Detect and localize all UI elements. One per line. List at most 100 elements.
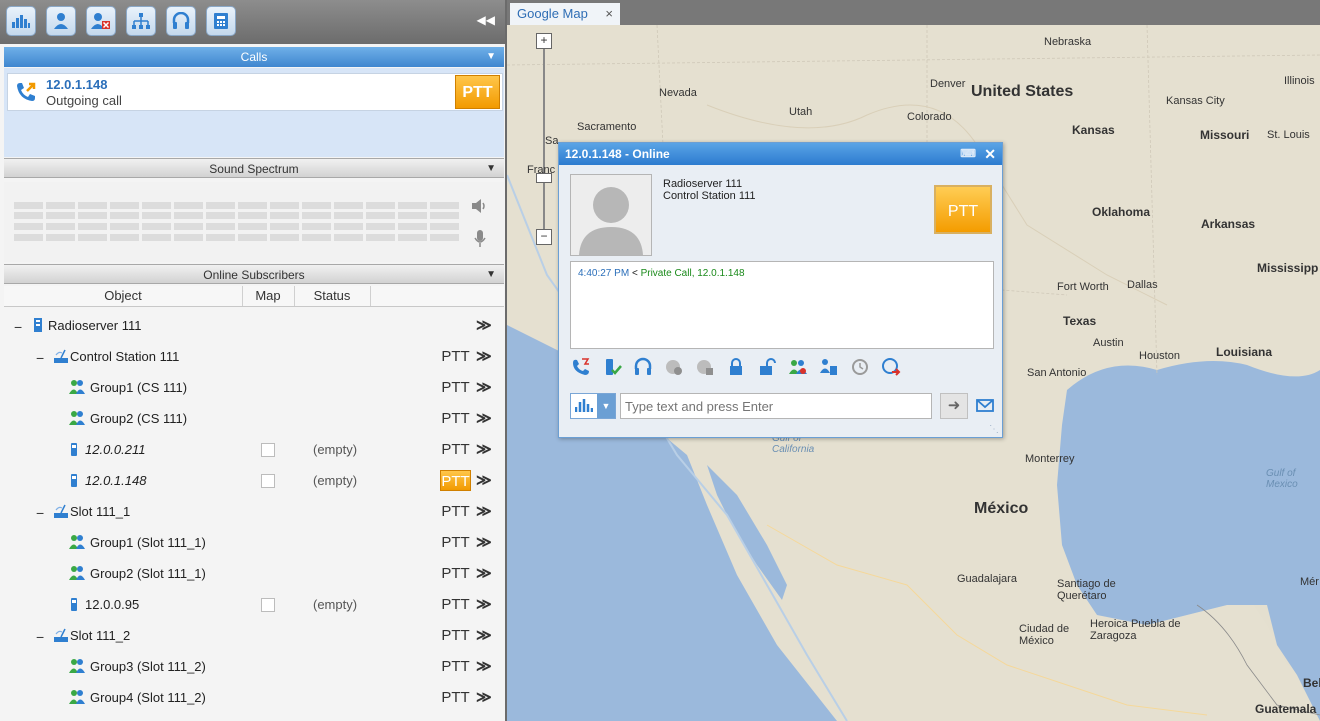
more-actions-icon[interactable]: ≫ — [476, 657, 492, 675]
resize-grip-icon[interactable]: ⋱ — [989, 424, 999, 435]
history-icon[interactable] — [850, 357, 870, 377]
tree-row[interactable]: − Control Station 111 PTT ≫ — [4, 341, 504, 372]
map-label: Santiago de Querétaro — [1057, 578, 1116, 602]
unlock-icon[interactable] — [757, 357, 777, 377]
speaker-icon[interactable] — [470, 198, 488, 214]
message-type-selector[interactable]: ▼ — [570, 393, 616, 419]
more-actions-icon[interactable]: ≫ — [476, 626, 492, 644]
ptt-button[interactable]: PTT — [440, 625, 471, 646]
tree-row[interactable]: Group1 (CS 111) PTT ≫ — [4, 372, 504, 403]
chevron-down-icon[interactable]: ▼ — [486, 265, 496, 285]
online-subscribers-header[interactable]: Online Subscribers ▼ — [4, 264, 504, 284]
column-object[interactable]: Object — [4, 286, 243, 306]
network-button[interactable] — [126, 6, 156, 36]
column-status[interactable]: Status — [294, 286, 371, 306]
message-log[interactable]: 4:40:27 PM < Private Call, 12.0.1.148 — [570, 261, 994, 349]
ptt-button[interactable]: PTT — [440, 594, 471, 615]
headset-icon — [172, 12, 190, 29]
close-icon[interactable]: × — [605, 3, 613, 25]
more-actions-icon[interactable]: ≫ — [476, 688, 492, 706]
map-label: Missouri — [1200, 128, 1250, 142]
microphone-icon[interactable] — [474, 230, 486, 248]
more-actions-icon[interactable]: ≫ — [476, 316, 492, 334]
message-input[interactable] — [620, 393, 932, 419]
tree-row[interactable]: − Radioserver 111 ≫ — [4, 310, 504, 341]
map-checkbox[interactable] — [261, 598, 275, 612]
zoom-in-button[interactable]: + — [536, 33, 552, 49]
forward-call-icon[interactable] — [881, 357, 901, 377]
call-item[interactable]: 12.0.1.148 Outgoing call PTT — [7, 73, 503, 111]
ptt-button[interactable]: PTT — [440, 532, 471, 553]
map-label: Nebraska — [1044, 36, 1092, 48]
more-actions-icon[interactable]: ≫ — [476, 564, 492, 582]
ptt-button[interactable]: PTT — [440, 563, 471, 584]
send-button[interactable]: ➜ — [940, 393, 968, 419]
more-actions-icon[interactable]: ≫ — [476, 471, 492, 489]
more-actions-icon[interactable]: ≫ — [476, 502, 492, 520]
ptt-button[interactable]: PTT — [440, 346, 471, 367]
headset-button[interactable] — [166, 6, 196, 36]
ptt-button[interactable]: PTT — [440, 687, 471, 708]
more-actions-icon[interactable]: ≫ — [476, 595, 492, 613]
collapse-panel-icon[interactable]: ◀◀ — [477, 13, 495, 27]
ptt-button[interactable]: PTT — [440, 408, 471, 429]
ptt-button[interactable]: PTT — [440, 470, 471, 491]
more-actions-icon[interactable]: ≫ — [476, 347, 492, 365]
radio-check-icon[interactable] — [602, 357, 622, 377]
stun-icon[interactable] — [695, 357, 715, 377]
chevron-down-icon[interactable]: ▼ — [597, 394, 615, 418]
tree-row[interactable]: Group2 (Slot 111_1) PTT ≫ — [4, 558, 504, 589]
close-icon[interactable]: ✕ — [984, 143, 996, 165]
chevron-down-icon[interactable]: ▼ — [486, 47, 496, 67]
spectrum-bar — [14, 212, 43, 219]
popup-title-bar[interactable]: 12.0.1.148 - Online ⌨ ✕ — [559, 143, 1002, 165]
group-users-icon[interactable] — [788, 357, 808, 377]
more-actions-icon[interactable]: ≫ — [476, 378, 492, 396]
tree-row[interactable]: Group3 (Slot 111_2) PTT ≫ — [4, 651, 504, 682]
dispatcher-button[interactable] — [6, 6, 36, 36]
base-station-icon — [53, 348, 68, 364]
ptt-button[interactable]: PTT — [440, 377, 471, 398]
tree-row[interactable]: 12.0.1.148 (empty) PTT ≫ — [4, 465, 504, 496]
call-ptt-button[interactable]: PTT — [455, 75, 500, 109]
popup-ptt-button[interactable]: PTT — [934, 185, 992, 234]
envelope-button[interactable] — [975, 395, 995, 415]
tab-google-map[interactable]: Google Map × — [510, 3, 620, 25]
pin-icon[interactable]: ⌨ — [960, 143, 976, 165]
more-actions-icon[interactable]: ≫ — [476, 440, 492, 458]
ptt-button[interactable]: PTT — [440, 501, 471, 522]
sound-spectrum-header[interactable]: Sound Spectrum ▼ — [4, 158, 504, 178]
zoom-out-button[interactable]: − — [536, 229, 552, 245]
more-actions-icon[interactable]: ≫ — [476, 409, 492, 427]
calls-header[interactable]: Calls ▼ — [4, 47, 504, 67]
tree-row[interactable]: Group2 (CS 111) PTT ≫ — [4, 403, 504, 434]
map-checkbox[interactable] — [261, 474, 275, 488]
tree-row[interactable]: Group4 (Slot 111_2) PTT ≫ — [4, 682, 504, 713]
collapse-node-icon[interactable]: − — [36, 629, 44, 645]
map-label: Dallas — [1127, 279, 1158, 291]
spectrum-bar — [46, 202, 75, 209]
collapse-node-icon[interactable]: − — [36, 350, 44, 366]
tree-row[interactable]: 12.0.0.95 (empty) PTT ≫ — [4, 589, 504, 620]
collapse-node-icon[interactable]: − — [36, 505, 44, 521]
journal-button[interactable] — [206, 6, 236, 36]
lock-icon[interactable] — [726, 357, 746, 377]
ptt-button[interactable]: PTT — [440, 439, 471, 460]
tree-row[interactable]: 12.0.0.211 (empty) PTT ≫ — [4, 434, 504, 465]
monitor-icon[interactable] — [664, 357, 684, 377]
arrow-right-icon: ➜ — [947, 397, 961, 414]
ptt-button[interactable]: PTT — [440, 656, 471, 677]
tree-row[interactable]: Group1 (Slot 111_1) PTT ≫ — [4, 527, 504, 558]
user-radio-icon[interactable] — [819, 357, 839, 377]
map-checkbox[interactable] — [261, 443, 275, 457]
call-alert-icon[interactable] — [571, 357, 591, 377]
more-actions-icon[interactable]: ≫ — [476, 533, 492, 551]
blocked-subscriber-button[interactable] — [86, 6, 116, 36]
chevron-down-icon[interactable]: ▼ — [486, 159, 496, 179]
tree-row[interactable]: − Slot 111_1 PTT ≫ — [4, 496, 504, 527]
headset-icon[interactable] — [633, 357, 653, 377]
collapse-node-icon[interactable]: − — [14, 319, 22, 335]
subscriber-button[interactable] — [46, 6, 76, 36]
column-map[interactable]: Map — [242, 286, 295, 306]
tree-row[interactable]: − Slot 111_2 PTT ≫ — [4, 620, 504, 651]
